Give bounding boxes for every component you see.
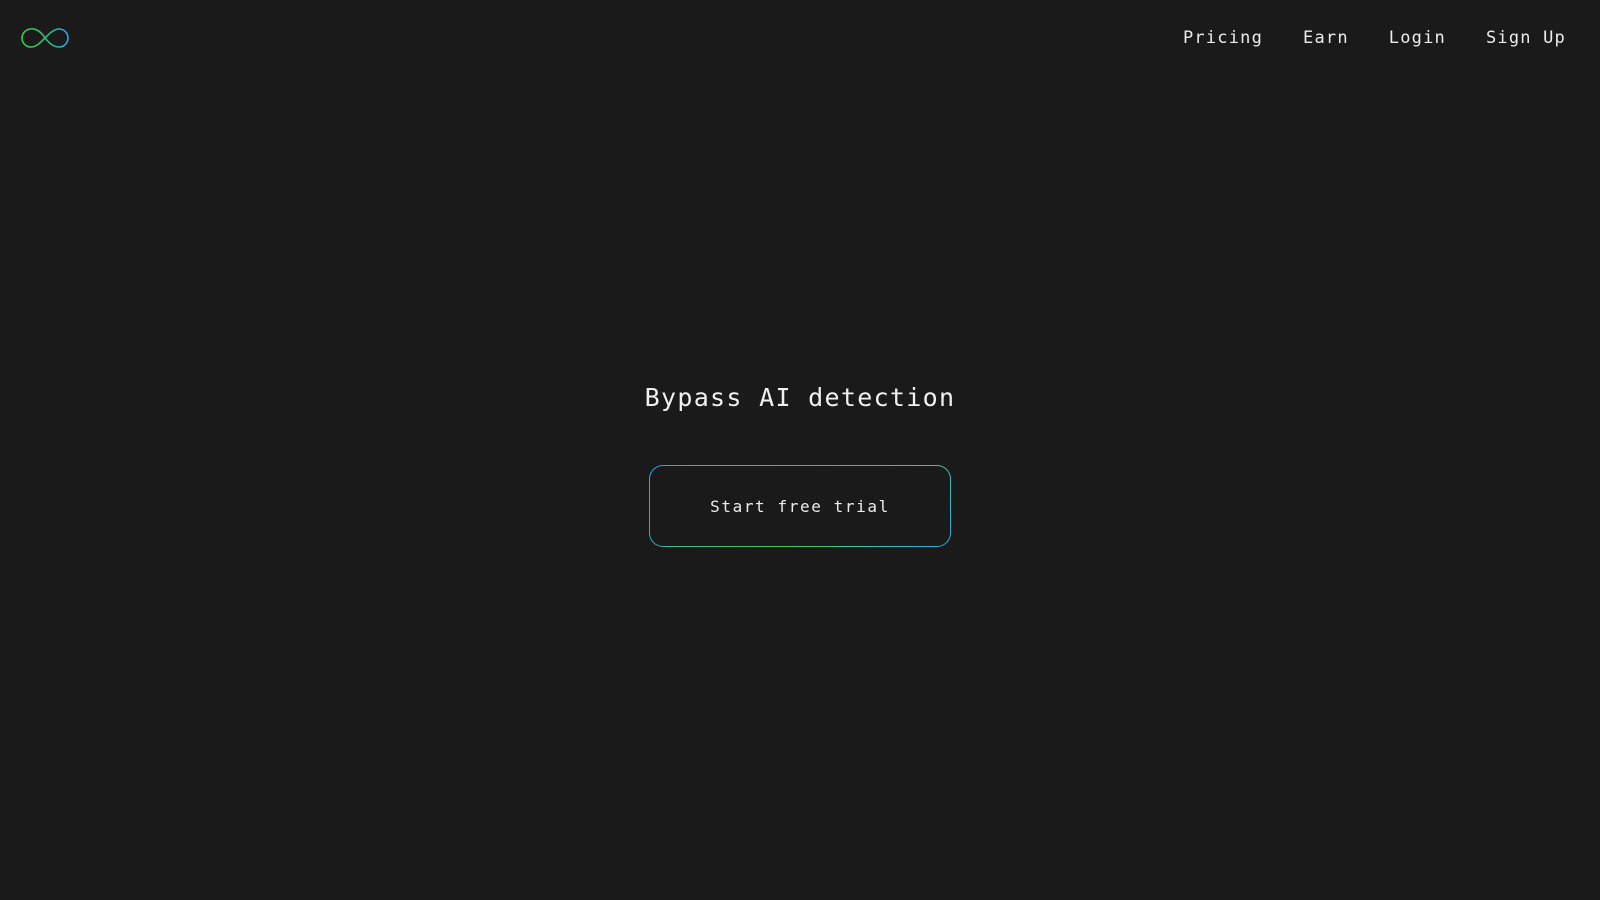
- home-logo-link[interactable]: [20, 25, 70, 51]
- start-free-trial-label: Start free trial: [650, 466, 950, 546]
- nav-item-sign-up[interactable]: Sign Up: [1486, 24, 1566, 52]
- nav-item-earn[interactable]: Earn: [1303, 24, 1349, 52]
- top-nav-bar: Pricing Earn Login Sign Up: [0, 0, 1600, 76]
- main-nav: Pricing Earn Login Sign Up: [1183, 24, 1566, 52]
- landing-page: Pricing Earn Login Sign Up Bypass AI det…: [0, 0, 1600, 900]
- nav-item-pricing[interactable]: Pricing: [1183, 24, 1263, 52]
- nav-item-login[interactable]: Login: [1389, 24, 1446, 52]
- start-free-trial-button[interactable]: Start free trial: [649, 465, 951, 547]
- hero-section: Bypass AI detection Start free trial: [0, 372, 1600, 547]
- infinity-icon: [21, 27, 69, 48]
- hero-title: Bypass AI detection: [644, 383, 956, 412]
